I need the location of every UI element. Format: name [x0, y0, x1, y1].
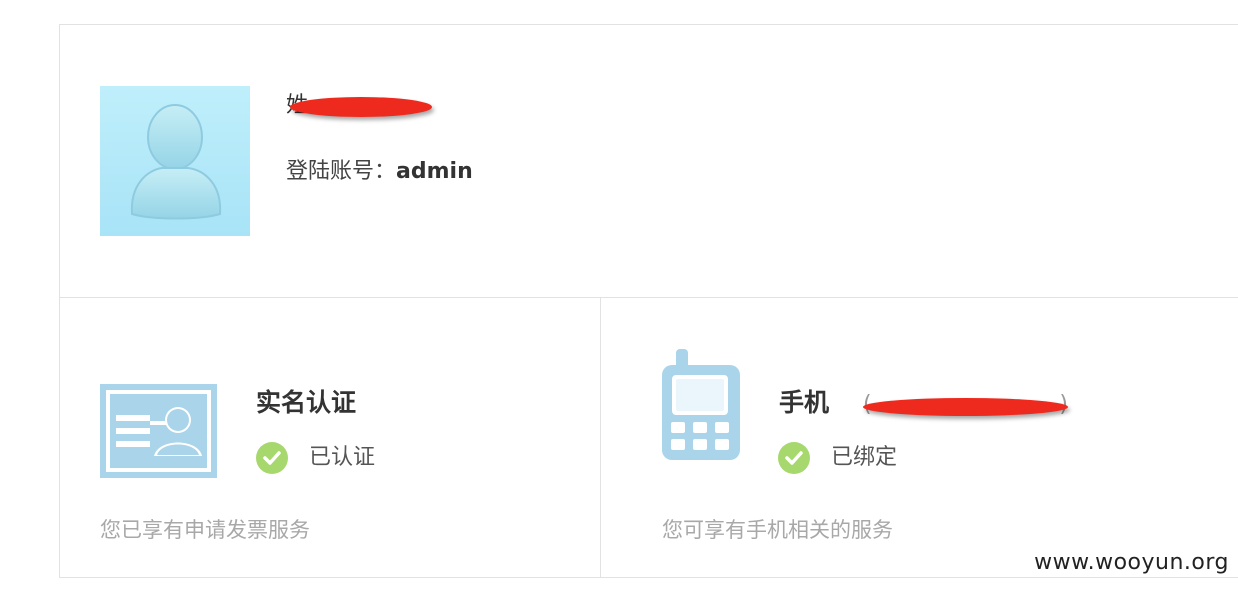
phone-status: 已绑定 [831, 445, 898, 470]
user-avatar-icon [100, 86, 250, 236]
account-line: 登陆账号：admin [286, 157, 473, 187]
profile-section: 姓 登陆账号：admin [60, 25, 1238, 298]
phone-description: 您可享有手机相关的服务 [662, 518, 893, 542]
check-icon [778, 442, 810, 474]
account-label: 登陆账号： [286, 159, 397, 184]
phone-number: ( ) [863, 390, 1068, 420]
phone-panel: 手机 ( ) 已绑定 您可享有手机相关的服务 [601, 298, 1238, 578]
realname-panel: 实名认证 已认证 您已享有申请发票服务 [60, 298, 601, 578]
watermark: www.wooyun.org [1034, 550, 1229, 575]
realname-status: 已认证 [309, 445, 376, 470]
account-value: admin [396, 159, 473, 184]
name-redaction [290, 97, 432, 117]
id-card-icon [100, 384, 217, 482]
account-info-card: 姓 登陆账号：admin 实名认证 [59, 24, 1238, 578]
check-icon [256, 442, 288, 474]
phone-title: 手机 [779, 388, 830, 417]
mobile-phone-icon [662, 349, 740, 464]
realname-title: 实名认证 [256, 388, 357, 417]
realname-description: 您已享有申请发票服务 [100, 518, 310, 542]
user-name: 姓 [286, 91, 436, 121]
phone-redaction [863, 398, 1068, 416]
